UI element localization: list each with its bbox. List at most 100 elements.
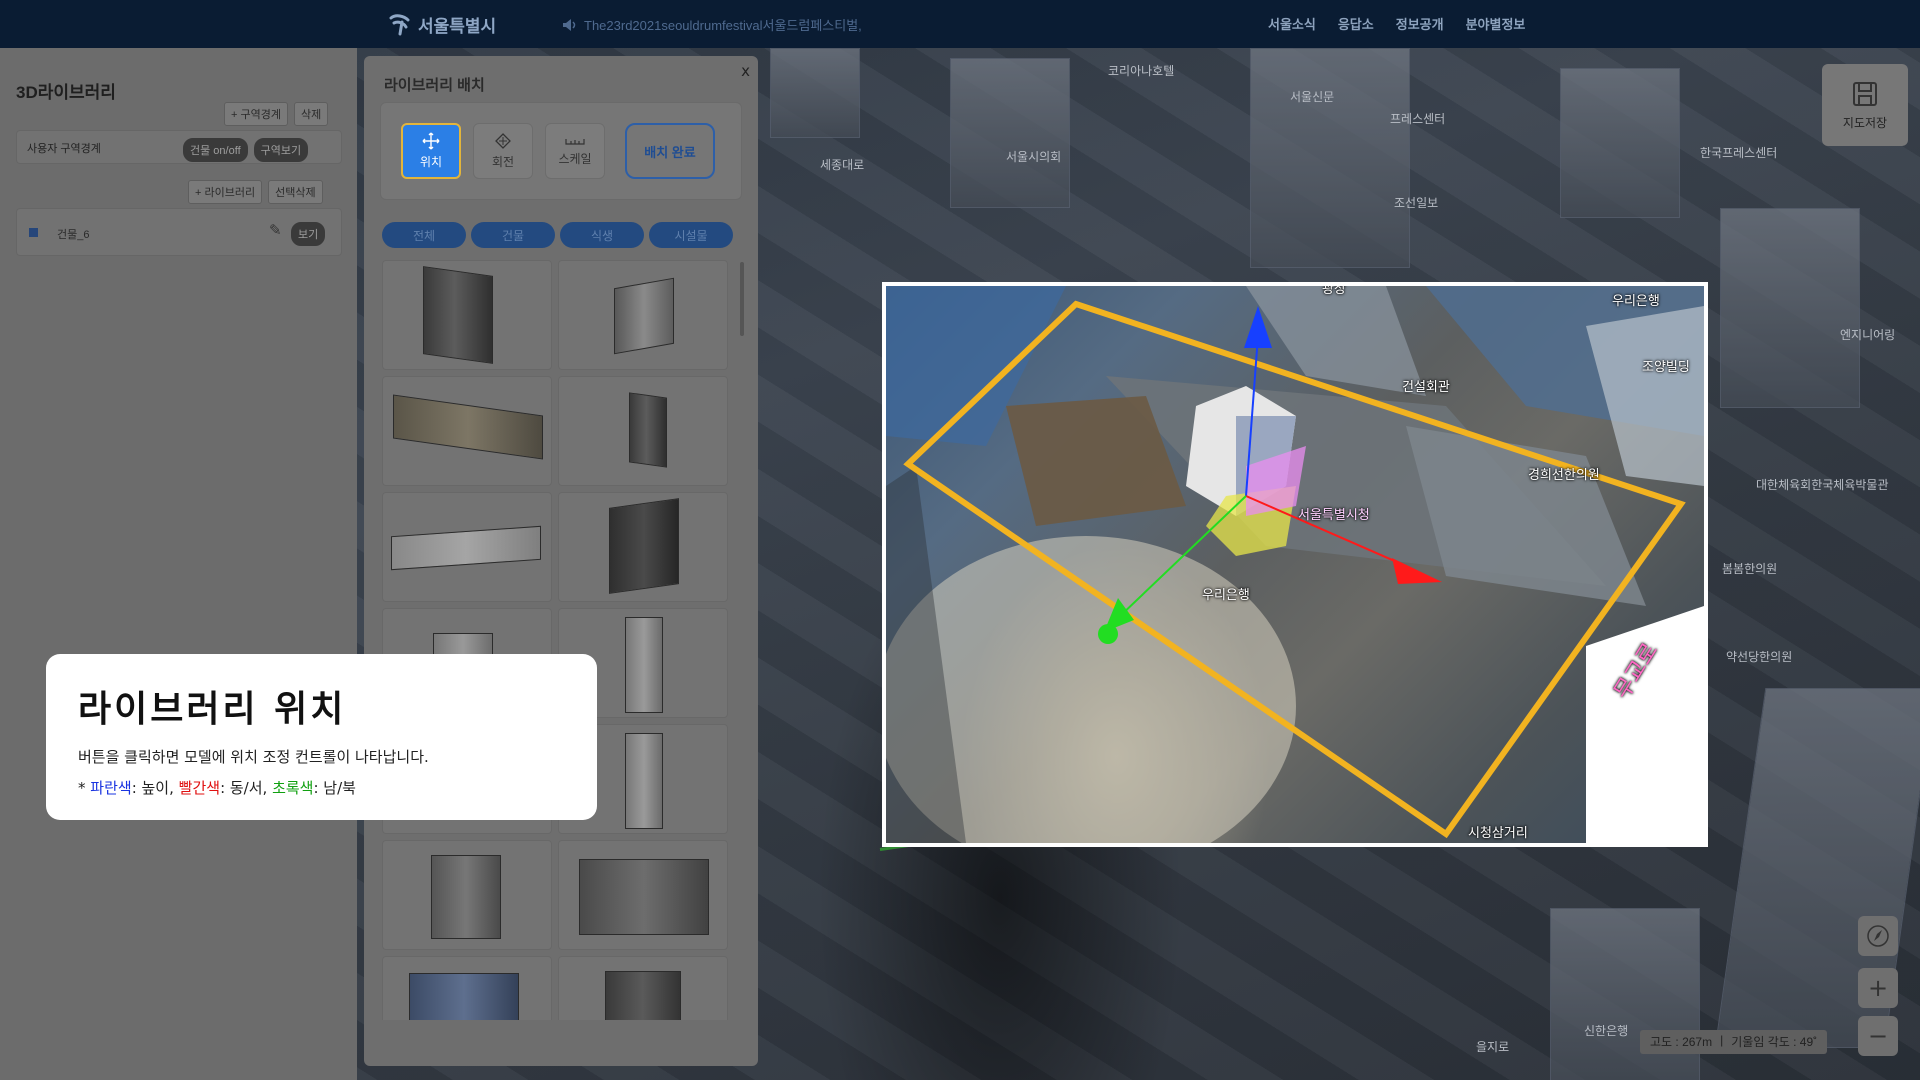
- move-tool-button[interactable]: 위치: [401, 123, 461, 179]
- library-thumbnail-grid: [382, 260, 742, 1020]
- seoul-logo[interactable]: 서울특별시: [388, 12, 496, 37]
- map-label: 한국프레스센터: [1700, 146, 1778, 160]
- zoom-out-button[interactable]: −: [1858, 1016, 1898, 1056]
- save-map-button[interactable]: 지도저장: [1822, 64, 1908, 146]
- legend-red: 빨간색: [178, 779, 221, 797]
- speaker-icon: [563, 18, 576, 31]
- panel-title: 3D라이브러리: [16, 83, 116, 102]
- category-tabs: 전체 건물 식생 시설물: [382, 222, 733, 248]
- rotate-icon: [495, 133, 511, 149]
- map-label: 서울신문: [1290, 90, 1335, 104]
- placement-tip-card: 라이브러리 위치 버튼을 클릭하면 모델에 위치 조정 컨트롤이 나타납니다. …: [46, 654, 597, 820]
- rotate-tool-label: 회전: [491, 155, 515, 169]
- legend-blue-meaning: : 높이,: [131, 779, 179, 797]
- view-boundary-button[interactable]: 구역보기: [253, 138, 309, 162]
- user-boundary-row: 사용자 구역경계 건물 on/off 구역보기: [16, 130, 342, 164]
- scene-label: 건설회관: [1402, 379, 1450, 394]
- library-thumbnail[interactable]: [382, 260, 552, 370]
- legend-red-meaning: : 동/서,: [220, 779, 273, 797]
- nav-item-response[interactable]: 응답소: [1338, 14, 1374, 33]
- map-label: 봄봄한의원: [1722, 562, 1778, 576]
- library-thumbnail[interactable]: [382, 492, 552, 602]
- move-tool-label: 위치: [419, 155, 443, 169]
- nav-item-fields[interactable]: 분야별정보: [1466, 14, 1526, 33]
- map-building: [1720, 208, 1860, 408]
- compass-icon: [1867, 925, 1889, 947]
- map-building: [770, 48, 860, 138]
- status-divider: |: [1720, 1033, 1724, 1047]
- delete-boundary-button[interactable]: 삭제: [293, 102, 329, 126]
- tip-description: 버튼을 클릭하면 모델에 위치 조정 컨트롤이 나타납니다.: [78, 748, 429, 766]
- zoom-in-button[interactable]: +: [1858, 968, 1898, 1008]
- library-placement-dialog: 라이브러리 배치 x 위치 회전 스케일 배치 완료 전체 건물 식생 시설물: [364, 56, 758, 1066]
- save-map-label: 지도저장: [1842, 115, 1888, 130]
- library-item-row[interactable]: 건물_6 ✎ 보기: [16, 208, 342, 256]
- gizmo-handle-green: [1098, 624, 1118, 644]
- item-view-button[interactable]: 보기: [291, 222, 326, 246]
- placement-scene: [886, 286, 1704, 843]
- logo-text: 서울특별시: [418, 17, 497, 36]
- scale-icon: [565, 139, 585, 145]
- library-thumbnail[interactable]: [558, 260, 728, 370]
- library-thumbnail[interactable]: [558, 376, 728, 486]
- legend-green-meaning: : 남/북: [313, 779, 356, 797]
- scale-tool-button[interactable]: 스케일: [545, 123, 605, 179]
- transform-toolbar: 위치 회전 스케일 배치 완료: [380, 102, 742, 200]
- map-label: 프레스센터: [1390, 112, 1446, 126]
- scene-label: 우리은행: [1612, 293, 1660, 308]
- map-label: 서울시의회: [1006, 150, 1062, 164]
- main-nav: 서울소식 응답소 정보공개 분야별정보: [1268, 14, 1525, 33]
- legend-green: 초록색: [272, 779, 314, 797]
- user-boundary-label: 사용자 구역경계: [27, 143, 101, 155]
- seoul-logo-icon: [389, 13, 410, 35]
- library-thumbnail[interactable]: [382, 376, 552, 486]
- map-building: [950, 58, 1070, 208]
- map-label: 을지로: [1476, 1040, 1510, 1054]
- map-label: 세종대로: [820, 158, 865, 172]
- close-icon[interactable]: x: [741, 62, 750, 80]
- move-icon: [422, 132, 440, 150]
- library-thumbnail[interactable]: [382, 956, 552, 1020]
- scene-label: 조양빌딩: [1642, 359, 1690, 374]
- rotate-tool-button[interactable]: 회전: [473, 123, 533, 179]
- tip-color-legend: * 파란색: 높이, 빨간색: 동/서, 초록색: 남/북: [78, 777, 565, 798]
- library-thumbnail[interactable]: [558, 956, 728, 1020]
- library-thumbnail[interactable]: [382, 840, 552, 950]
- building-toggle-button[interactable]: 건물 on/off: [183, 138, 248, 162]
- map-label: 신한은행: [1584, 1024, 1629, 1038]
- tab-all[interactable]: 전체: [382, 222, 466, 248]
- placement-preview-viewport[interactable]: 광장 우리은행 조양빌딩 건설회관 경희선한의원 서울특별시청 우리은행 시청삼…: [882, 282, 1708, 847]
- tab-facilities[interactable]: 시설물: [649, 222, 733, 248]
- compass-button[interactable]: [1858, 916, 1898, 956]
- placement-done-button[interactable]: 배치 완료: [625, 123, 715, 179]
- scene-label: 광장: [1322, 282, 1346, 296]
- tilt-readout: 기울임 각도 : 49˚: [1731, 1035, 1818, 1049]
- map-building: [1560, 68, 1680, 218]
- tip-title: 라이브러리 위치: [78, 689, 347, 730]
- map-label: 엔지니어링: [1840, 328, 1896, 342]
- scale-tool-label: 스케일: [558, 152, 592, 166]
- tab-vegetation[interactable]: 식생: [560, 222, 644, 248]
- notice-ticker[interactable]: The23rd2021seouldrumfestival서울드럼페스티벌,: [562, 15, 862, 34]
- notice-text: The23rd2021seouldrumfestival서울드럼페스티벌,: [584, 18, 862, 33]
- library-thumbnail[interactable]: [558, 840, 728, 950]
- library-thumbnail[interactable]: [558, 492, 728, 602]
- add-library-button[interactable]: + 라이브러리: [188, 180, 263, 204]
- item-name: 건물_6: [57, 229, 90, 241]
- legend-prefix: *: [78, 779, 91, 797]
- save-icon: [1853, 81, 1877, 106]
- dialog-title: 라이브러리 배치: [384, 77, 485, 94]
- item-checkbox[interactable]: [29, 228, 38, 237]
- delete-selected-button[interactable]: 선택삭제: [268, 180, 323, 204]
- pencil-icon[interactable]: ✎: [269, 221, 282, 239]
- map-label: 코리아나호텔: [1108, 64, 1175, 78]
- add-boundary-button[interactable]: + 구역경계: [224, 102, 288, 126]
- nav-item-disclosure[interactable]: 정보공개: [1396, 14, 1444, 33]
- map-label: 약선당한의원: [1726, 650, 1793, 664]
- nav-item-news[interactable]: 서울소식: [1268, 14, 1316, 33]
- camera-status-bar: 고도 : 267m | 기울임 각도 : 49˚: [1640, 1030, 1828, 1054]
- map-building: [1250, 48, 1410, 268]
- thumbnail-scrollbar[interactable]: [740, 262, 744, 336]
- tab-buildings[interactable]: 건물: [471, 222, 555, 248]
- altitude-readout: 고도 : 267m: [1650, 1035, 1713, 1049]
